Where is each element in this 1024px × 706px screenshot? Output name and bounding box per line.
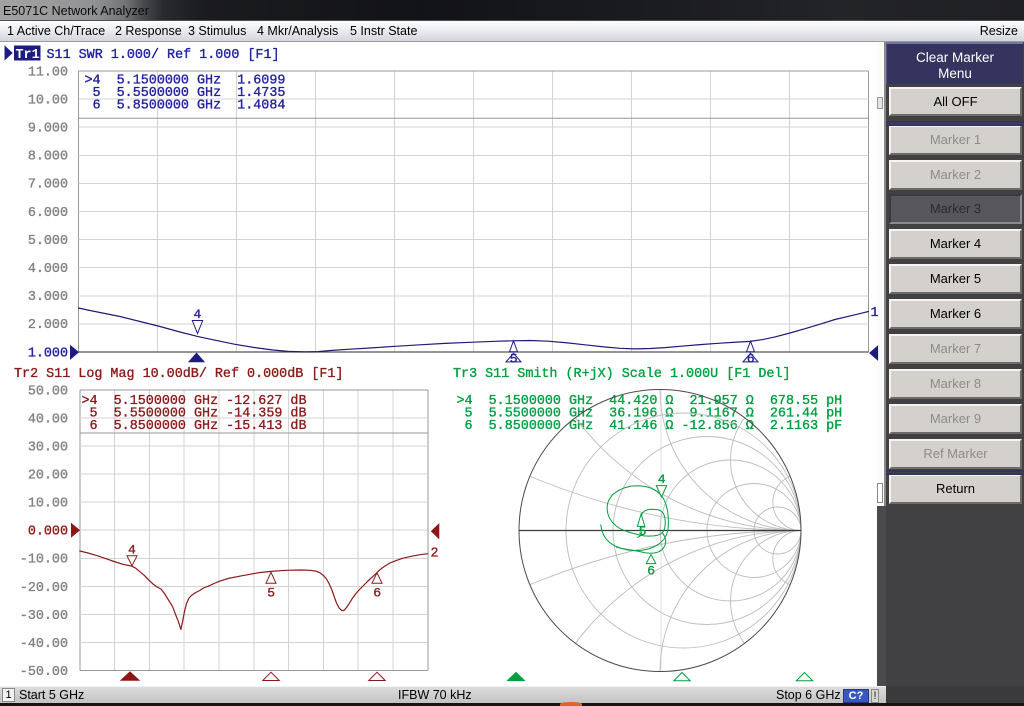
svg-text:50.00: 50.00 [28, 384, 68, 399]
svg-text:11.00: 11.00 [28, 65, 68, 80]
svg-text:20.00: 20.00 [28, 469, 68, 484]
svg-text:5.000: 5.000 [28, 234, 68, 249]
svg-text:5: 5 [639, 524, 647, 539]
svg-text:-40.00: -40.00 [20, 637, 68, 652]
svg-text:6: 6 [647, 564, 655, 579]
svg-text:6 5.8500000 GHz 1.4084: 6 5.8500000 GHz 1.4084 [85, 98, 286, 113]
svg-text:Tr2 S11 Log Mag 10.00dB/ Ref 0: Tr2 S11 Log Mag 10.00dB/ Ref 0.000dB [F1… [14, 367, 343, 382]
svg-text:7.000: 7.000 [28, 178, 68, 193]
svg-text:4: 4 [658, 472, 666, 487]
svg-text:Tr3 S11 Smith (R+jX) Scale 1.0: Tr3 S11 Smith (R+jX) Scale 1.000U [F1 De… [453, 367, 791, 382]
svg-text:-30.00: -30.00 [20, 609, 68, 624]
svg-text:5: 5 [267, 586, 275, 601]
svg-text:6: 6 [373, 586, 381, 601]
svg-text:3.000: 3.000 [28, 290, 68, 305]
svg-text:1: 1 [871, 306, 879, 321]
svg-text:0.000: 0.000 [28, 525, 68, 540]
svg-text:8.000: 8.000 [28, 150, 68, 165]
svg-text:Tr1: Tr1 [16, 48, 40, 63]
svg-text:1.000: 1.000 [28, 346, 68, 361]
svg-text:30.00: 30.00 [28, 441, 68, 456]
svg-text:-50.00: -50.00 [20, 665, 68, 680]
svg-text:6 5.8500000 GHz 41.146 Ω -12: 6 5.8500000 GHz 41.146 Ω -12.856 Ω 2.116… [457, 419, 843, 434]
svg-text:9.000: 9.000 [28, 122, 68, 137]
svg-text:4: 4 [128, 543, 136, 558]
svg-text:2: 2 [431, 547, 439, 562]
svg-text:5: 5 [510, 352, 518, 367]
svg-text:2.000: 2.000 [28, 318, 68, 333]
svg-text:4.000: 4.000 [28, 262, 68, 277]
svg-text:10.00: 10.00 [28, 93, 68, 108]
svg-text:40.00: 40.00 [28, 412, 68, 427]
svg-text:-20.00: -20.00 [20, 581, 68, 596]
svg-text:6 5.8500000 GHz -15.413 dB: 6 5.8500000 GHz -15.413 dB [82, 419, 307, 434]
svg-text:10.00: 10.00 [28, 497, 68, 512]
svg-text:4: 4 [194, 307, 202, 322]
svg-text:6.000: 6.000 [28, 206, 68, 221]
svg-text:6: 6 [747, 352, 755, 367]
svg-text:S11 SWR 1.000/ Ref 1.000 [F1]: S11 SWR 1.000/ Ref 1.000 [F1] [47, 48, 280, 63]
svg-text:-10.00: -10.00 [20, 553, 68, 568]
